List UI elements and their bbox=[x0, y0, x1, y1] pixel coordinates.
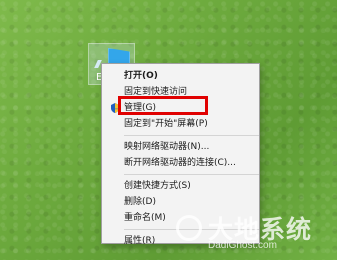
watermark: 大地系统 DadiGhost.com bbox=[172, 209, 337, 260]
menu-item-pin-start[interactable]: 固定到"开始"屏幕(P) bbox=[102, 116, 259, 132]
menu-item-map-drive[interactable]: 映射网络驱动器(N)... bbox=[102, 139, 259, 155]
menu-item-open[interactable]: 打开(O) bbox=[102, 68, 259, 84]
menu-item-disconnect-drive[interactable]: 断开网络驱动器的连接(C)... bbox=[102, 155, 259, 171]
menu-separator bbox=[124, 174, 259, 175]
watermark-logo-icon bbox=[176, 215, 202, 241]
menu-item-create-shortcut[interactable]: 创建快捷方式(S) bbox=[102, 178, 259, 194]
menu-separator bbox=[124, 135, 259, 136]
menu-item-delete[interactable]: 删除(D) bbox=[102, 194, 259, 210]
manage-highlight-box bbox=[118, 96, 208, 115]
watermark-url: DadiGhost.com bbox=[208, 240, 277, 251]
